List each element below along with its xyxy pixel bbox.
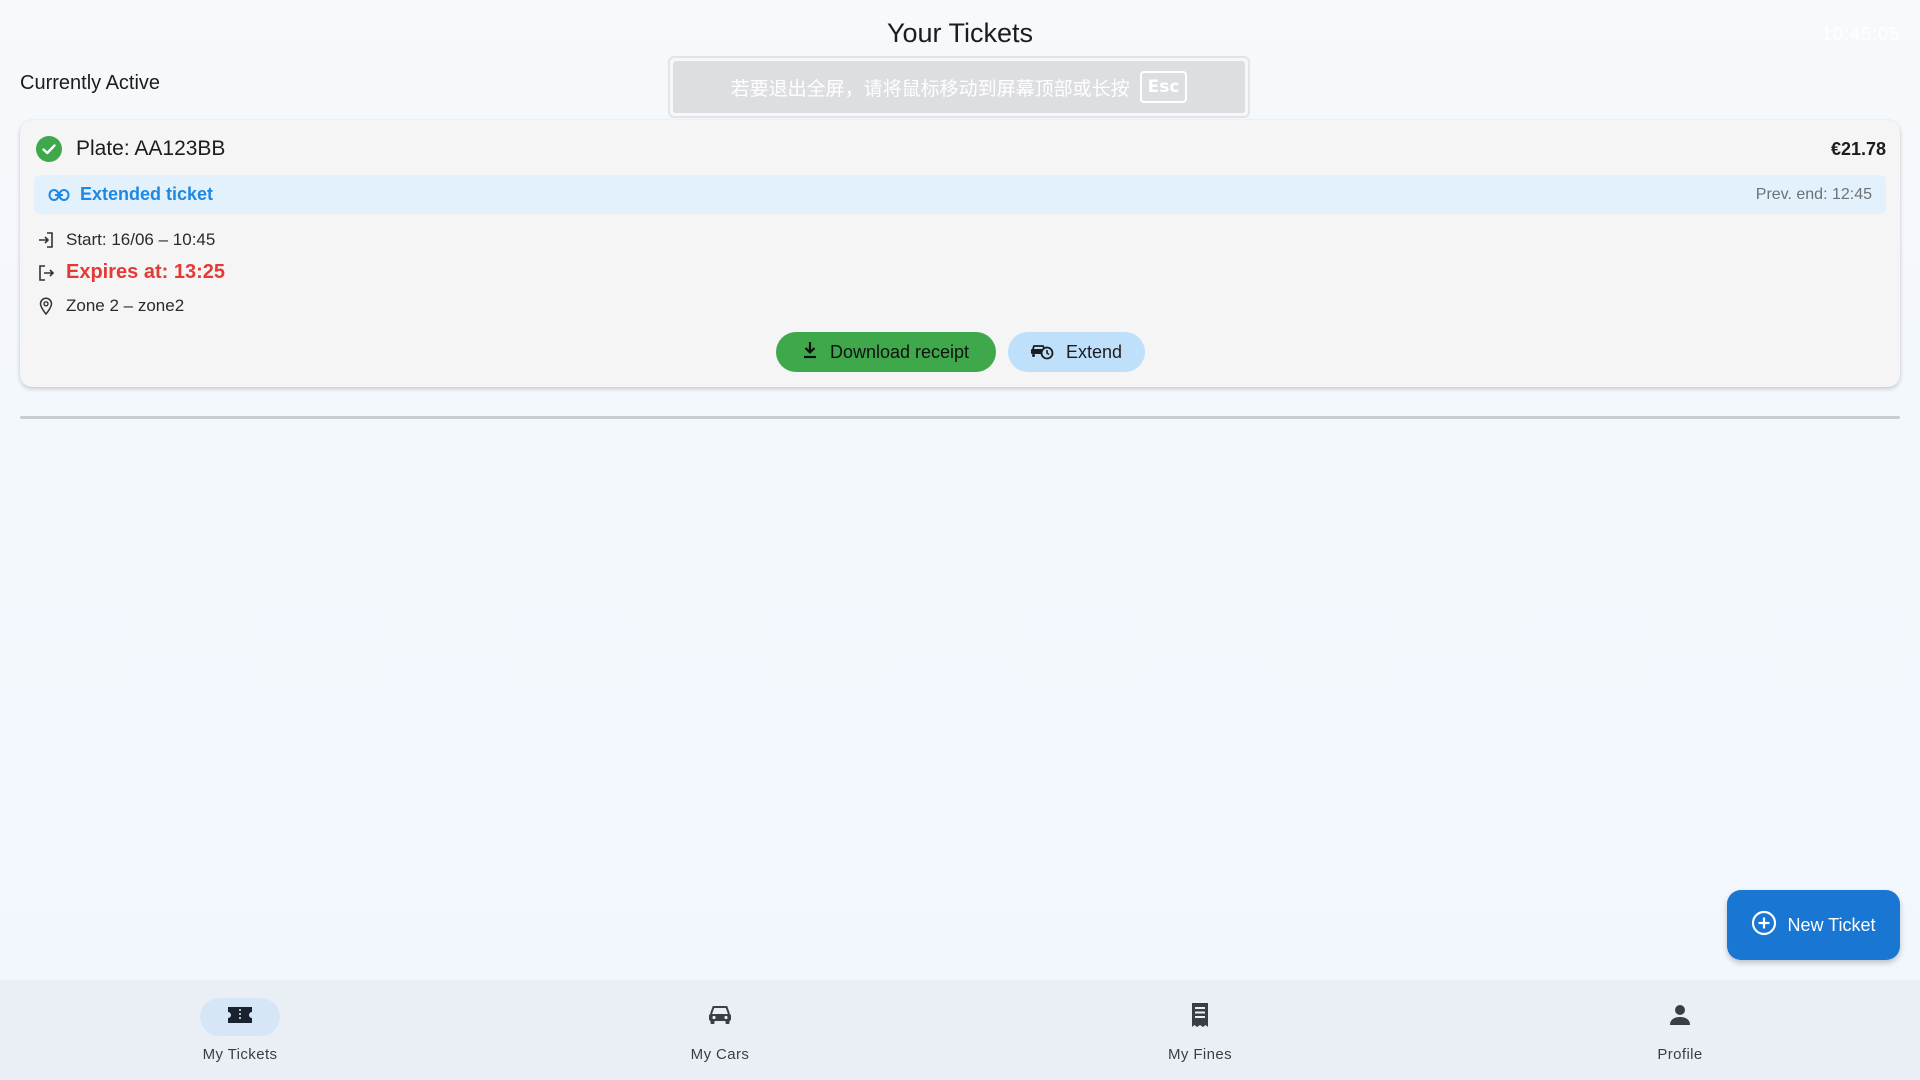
nav-item-profile[interactable]: Profile bbox=[1440, 980, 1920, 1080]
car-clock-icon bbox=[1030, 340, 1054, 365]
location-pin-icon bbox=[36, 296, 56, 316]
new-ticket-button[interactable]: New Ticket bbox=[1727, 890, 1900, 960]
ticket-expires: Expires at: 13:25 bbox=[66, 261, 225, 283]
bottom-navigation: My Tickets My Cars My Fines Profile bbox=[0, 980, 1920, 1080]
ticket-zone-row: Zone 2 – zone2 bbox=[36, 296, 184, 316]
logout-icon bbox=[36, 263, 56, 283]
fullscreen-notice: 若要退出全屏，请将鼠标移动到屏幕顶部或长按 Esc bbox=[668, 56, 1250, 118]
receipt-icon bbox=[1189, 1002, 1211, 1033]
previous-end-time: Prev. end: 12:45 bbox=[1755, 185, 1872, 203]
new-ticket-label: New Ticket bbox=[1787, 914, 1876, 935]
nav-label-my-fines: My Fines bbox=[1167, 1046, 1233, 1063]
fullscreen-notice-text: 若要退出全屏，请将鼠标移动到屏幕顶部或长按 bbox=[730, 77, 1130, 100]
ticket-price: €21.78 bbox=[1830, 138, 1886, 159]
extend-button[interactable]: Extend bbox=[1007, 332, 1145, 372]
section-divider bbox=[20, 416, 1900, 419]
extended-ticket-label: Extended ticket bbox=[80, 184, 214, 204]
add-circle-icon bbox=[1751, 910, 1777, 941]
nav-active-indicator bbox=[200, 998, 280, 1036]
ticket-icon bbox=[227, 1005, 253, 1030]
active-ticket-card: Plate: AA123BB €21.78 Extended ticket Pr… bbox=[20, 120, 1900, 387]
page-title: Your Tickets bbox=[886, 18, 1034, 48]
check-circle-icon bbox=[36, 136, 62, 162]
login-icon bbox=[36, 230, 56, 250]
extended-ticket-banner: Extended ticket Prev. end: 12:45 bbox=[34, 175, 1886, 214]
download-receipt-label: Download receipt bbox=[829, 341, 970, 362]
nav-label-my-cars: My Cars bbox=[690, 1046, 750, 1063]
car-icon bbox=[707, 1004, 733, 1031]
section-title-currently-active: Currently Active bbox=[20, 72, 161, 94]
ticket-zone: Zone 2 – zone2 bbox=[66, 296, 185, 315]
ticket-header: Plate: AA123BB €21.78 bbox=[36, 136, 1886, 162]
esc-key-hint: Esc bbox=[1139, 71, 1188, 103]
ticket-plate: Plate: AA123BB bbox=[76, 137, 226, 160]
link-icon bbox=[48, 184, 70, 206]
ticket-actions: Download receipt Extend bbox=[20, 332, 1900, 372]
nav-label-profile: Profile bbox=[1657, 1046, 1703, 1063]
download-receipt-button[interactable]: Download receipt bbox=[775, 332, 996, 372]
person-icon bbox=[1668, 1003, 1692, 1032]
nav-item-my-fines[interactable]: My Fines bbox=[960, 980, 1440, 1080]
nav-item-my-cars[interactable]: My Cars bbox=[480, 980, 960, 1080]
extend-label: Extend bbox=[1065, 341, 1123, 362]
nav-label-my-tickets: My Tickets bbox=[202, 1046, 278, 1063]
download-icon bbox=[802, 341, 818, 364]
nav-item-my-tickets[interactable]: My Tickets bbox=[0, 980, 480, 1080]
ticket-start: Start: 16/06 – 10:45 bbox=[66, 230, 216, 249]
ticket-start-row: Start: 16/06 – 10:45 bbox=[36, 230, 215, 250]
ticket-expires-row: Expires at: 13:25 bbox=[36, 261, 225, 284]
